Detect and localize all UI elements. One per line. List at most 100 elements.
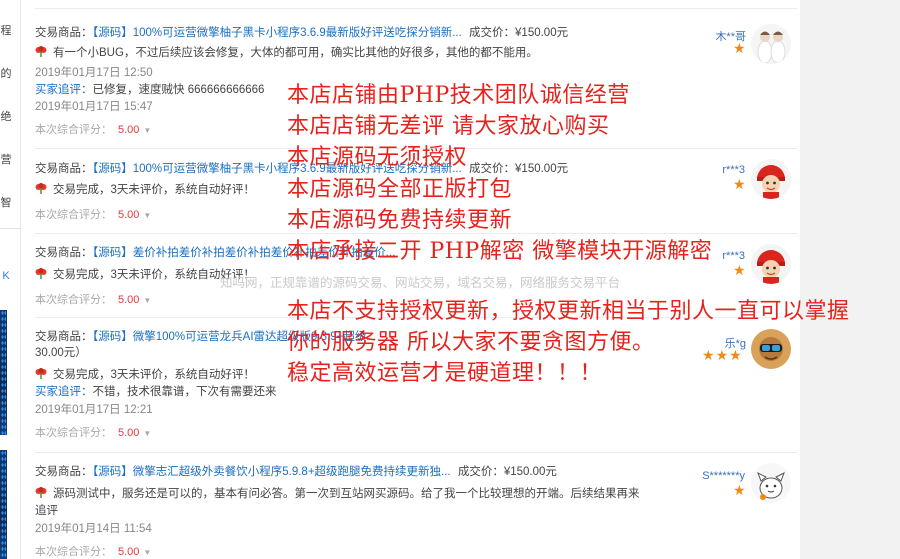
left-nav-divider: [0, 228, 20, 229]
left-nav: 程 的 绝 营 智 K: [0, 0, 20, 559]
flower-icon: [35, 183, 47, 194]
avatar-image: [751, 159, 791, 199]
shop-notice-line: 本店店铺由PHP技术团队诚信经营: [287, 83, 630, 108]
left-nav-glyph[interactable]: 绝: [0, 108, 12, 124]
chase-label: 买家追评：: [35, 386, 93, 398]
avatar[interactable]: [751, 463, 791, 503]
star-icon: ★: [733, 482, 747, 498]
star-icon: ★: [733, 40, 747, 56]
right-gutter: [800, 0, 900, 559]
chevron-down-icon: ▼: [143, 126, 152, 135]
shop-notice-line: 本店不支持授权更新，授权更新相当于别人一直可以掌握: [287, 299, 850, 324]
reviewer-level-stars: ★: [733, 40, 747, 57]
chase-review: 买家追评：已修复，速度贼快 666666666666: [35, 81, 264, 97]
rating-dropdown[interactable]: 本次综合评分： 5.00 ▼: [35, 424, 151, 440]
rating-score: 5.00: [118, 209, 140, 221]
shop-notice-line: 稳定高效运营才是硬道理！！！: [287, 361, 603, 386]
rating-dropdown[interactable]: 本次综合评分： 5.00 ▼: [35, 206, 151, 222]
left-nav-glyph[interactable]: 的: [0, 65, 12, 81]
chase-text: 已修复，速度贼快 666666666666: [92, 84, 265, 96]
flower-icon: [35, 487, 47, 498]
review-comment-tail: 追评: [35, 505, 58, 517]
product-label: 交易商品：: [35, 163, 93, 175]
chase-date: 2019年01月17日 12:21: [35, 404, 153, 416]
watermark: 知吗网，正规靠谱的源码交易、网站交易，域名交易，网络服务交易平台: [220, 276, 621, 290]
left-nav-glyph[interactable]: K: [0, 270, 12, 282]
review-item: 交易商品：【源码】微擎志汇超级外卖餐饮小程序5.9.8+超级跑腿免费持续更新独.…: [35, 463, 795, 559]
review-comment: 有一个小BUG，不过后续应该会修复，大体的都可用，确实比其他的好很多，其他的都不…: [35, 44, 538, 60]
chase-review: 买家追评：不错，技术很靠谱，下次有需要还来: [35, 383, 277, 399]
product-line: 交易商品：【源码】微擎志汇超级外卖餐饮小程序5.9.8+超级跑腿免费持续更新独.…: [35, 463, 557, 479]
chevron-down-icon: ▼: [143, 296, 152, 305]
reviewer-nickname[interactable]: r***3: [685, 164, 745, 176]
rating-label: 本次综合评分：: [35, 124, 112, 136]
chase-date: 2019年01月17日 15:47: [35, 101, 153, 113]
avatar-image: [751, 24, 791, 64]
review-comment: 源码测试中，服务还是可以的，基本有问必答。第一次到互站网买源码。给了我一个比较理…: [35, 485, 640, 501]
shop-notice-line: 本店承接二开 PHP解密 微擎模块开源解密: [287, 239, 713, 264]
rating-score: 5.00: [118, 124, 140, 136]
product-label: 交易商品：: [35, 27, 93, 39]
price-label: 成交价：: [457, 466, 504, 478]
price-line: 30.00元）: [35, 347, 87, 359]
star-icon: ★: [729, 347, 743, 363]
avatar[interactable]: [751, 244, 791, 284]
left-banner-image: [0, 450, 7, 559]
rating-dropdown[interactable]: 本次综合评分： 5.00 ▼: [35, 543, 151, 559]
star-icon: ★: [733, 262, 747, 278]
flower-icon: [35, 368, 47, 379]
reviewer-level-stars: ★★★: [702, 347, 743, 364]
price-value: ¥150.00元: [503, 466, 557, 478]
product-label: 交易商品：: [35, 331, 93, 343]
avatar-image: [751, 463, 791, 503]
left-nav-glyph[interactable]: 程: [0, 22, 12, 38]
star-icon: ★: [733, 176, 747, 192]
rating-label: 本次综合评分：: [35, 546, 112, 558]
flower-icon: [35, 268, 47, 279]
review-comment: 交易完成，3天未评价，系统自动好评！: [35, 181, 255, 197]
chevron-down-icon: ▼: [143, 548, 152, 557]
avatar[interactable]: [751, 329, 791, 369]
product-link[interactable]: 【源码】微擎志汇超级外卖餐饮小程序5.9.8+超级跑腿免费持续更新独...: [93, 466, 451, 478]
shop-notice-line: 本店店铺无差评 请大家放心购买: [287, 114, 610, 139]
rating-score: 5.00: [118, 427, 140, 439]
shop-notice-line: 你的服务器 所以大家不要贪图方便。: [287, 330, 655, 355]
rating-score: 5.00: [118, 294, 140, 306]
content-border: [20, 0, 21, 559]
avatar-image: [751, 329, 791, 369]
price-value: ¥150.00元: [515, 27, 569, 39]
chevron-down-icon: ▼: [143, 211, 152, 220]
avatar-image: [751, 244, 791, 284]
rating-label: 本次综合评分：: [35, 427, 112, 439]
price-label: 成交价：: [469, 27, 516, 39]
chase-label: 买家追评：: [35, 84, 93, 96]
price-value: ¥150.00元: [515, 163, 569, 175]
left-banner-image: [0, 310, 7, 435]
divider: [35, 8, 797, 9]
rating-label: 本次综合评分：: [35, 294, 112, 306]
rating-score: 5.00: [118, 546, 140, 558]
avatar[interactable]: [751, 24, 791, 64]
rating-dropdown[interactable]: 本次综合评分： 5.00 ▼: [35, 291, 151, 307]
rating-dropdown[interactable]: 本次综合评分： 5.00 ▼: [35, 121, 151, 137]
chevron-down-icon: ▼: [143, 429, 152, 438]
star-icon: ★: [715, 347, 730, 363]
flower-icon: [35, 46, 47, 57]
avatar[interactable]: [751, 159, 791, 199]
review-comment: 交易完成，3天未评价，系统自动好评！: [35, 366, 255, 382]
product-link[interactable]: 【源码】100%可运营微擎柚子黑卡小程序3.6.9最新版好评送吃探分销新...: [93, 27, 462, 39]
chase-text: 不错，技术很靠谱，下次有需要还来: [92, 386, 277, 398]
left-nav-glyph[interactable]: 营: [0, 151, 12, 167]
review-date: 2019年01月17日 12:50: [35, 67, 153, 79]
product-label: 交易商品：: [35, 247, 93, 259]
reviewer-nickname[interactable]: S*******y: [685, 470, 745, 482]
divider: [35, 452, 797, 453]
review-date: 2019年01月14日 11:54: [35, 523, 152, 535]
comment-text: 源码测试中，服务还是可以的，基本有问必答。第一次到互站网买源码。给了我一个比较理…: [53, 488, 640, 500]
left-nav-glyph[interactable]: 智: [0, 194, 12, 210]
shop-notice-line: 本店源码免费持续更新: [287, 208, 513, 233]
comment-text: 交易完成，3天未评价，系统自动好评！: [53, 184, 255, 196]
comment-text: 有一个小BUG，不过后续应该会修复，大体的都可用，确实比其他的好很多，其他的都不…: [53, 47, 538, 59]
reviewer-level-stars: ★: [733, 262, 747, 279]
reviewer-level-stars: ★: [733, 176, 747, 193]
